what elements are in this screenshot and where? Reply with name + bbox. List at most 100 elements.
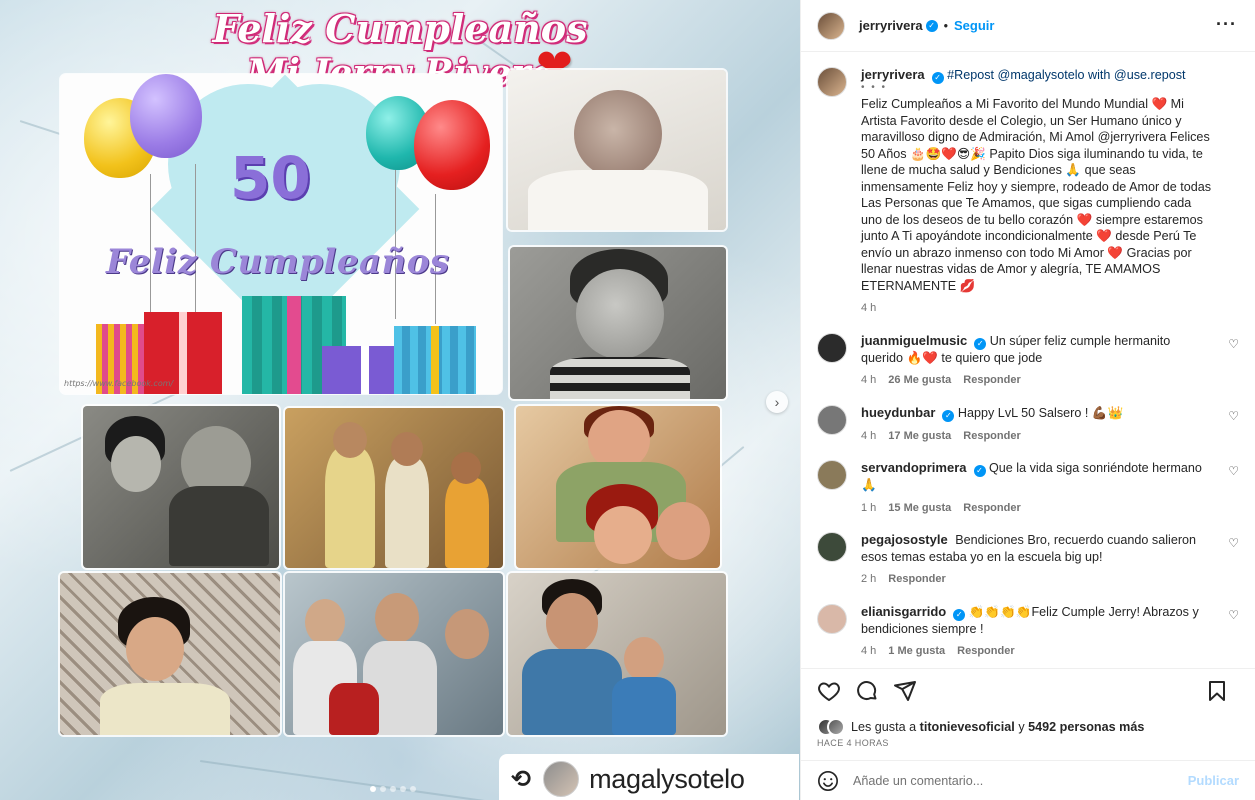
- comment-composer: Publicar: [801, 760, 1255, 800]
- carousel-dot: [370, 786, 376, 792]
- card-greeting: Feliz Cumpleaños: [106, 242, 450, 282]
- likes-prefix: Les gusta a: [851, 720, 917, 734]
- follow-button[interactable]: Seguir: [954, 18, 994, 33]
- comment-item: juanmiguelmusic ✓ Un súper feliz cumple h…: [817, 332, 1239, 389]
- carousel-dot: [400, 786, 406, 792]
- comment-username[interactable]: pegajosostyle: [861, 532, 948, 547]
- comment-item: elianisgarrido ✓ 👏👏👏👏Feliz Cumple Jerry! …: [817, 603, 1239, 660]
- photo-toddler: [510, 247, 726, 399]
- avatar[interactable]: [817, 460, 847, 490]
- post-side-panel: jerryrivera ✓ • Seguir ··· jerryrivera ✓ …: [800, 0, 1255, 800]
- caption: jerryrivera ✓ #Repost @magalysotelo with …: [817, 67, 1239, 317]
- avatar: [827, 718, 845, 736]
- card-watermark: https://www.facebook.com/: [64, 379, 174, 388]
- likes-mid: y: [1018, 720, 1025, 734]
- comment-text: Happy LvL 50 Salsero ! 💪🏾👑: [957, 405, 1124, 420]
- carousel-dot: [390, 786, 396, 792]
- carousel-dot: [380, 786, 386, 792]
- avatar[interactable]: [817, 532, 847, 562]
- comment-username[interactable]: juanmiguelmusic: [861, 333, 967, 348]
- action-bar: [801, 668, 1255, 712]
- verified-icon: ✓: [973, 465, 986, 477]
- post-header: jerryrivera ✓ • Seguir ···: [801, 0, 1255, 52]
- heart-icon[interactable]: ♡: [1228, 409, 1239, 423]
- comment-time[interactable]: 4 h: [861, 428, 876, 445]
- likes-summary[interactable]: Les gusta a titonievesoficial y 5492 per…: [817, 718, 1144, 736]
- comment-username[interactable]: hueydunbar: [861, 405, 935, 420]
- comment-time[interactable]: 1 h: [861, 500, 876, 517]
- caption-time[interactable]: 4 h: [861, 300, 876, 317]
- balloon-red: [414, 100, 490, 190]
- heart-icon[interactable]: [817, 679, 841, 703]
- repost-watermark: ⟲ magalysotelo: [499, 754, 799, 800]
- banner-title-line1: Feliz Cumpleaños: [212, 6, 588, 51]
- comment-likes[interactable]: 26 Me gusta: [888, 372, 951, 389]
- reply-button[interactable]: Responder: [957, 643, 1014, 660]
- comments-section[interactable]: jerryrivera ✓ #Repost @magalysotelo with …: [801, 53, 1255, 668]
- photo-child-with-mother: [83, 406, 279, 568]
- caption-username[interactable]: jerryrivera: [861, 67, 925, 82]
- post-timestamp[interactable]: HACE 4 HORAS: [817, 738, 889, 748]
- comment-item: pegajosostyle Bendiciones Bro, recuerdo …: [817, 532, 1239, 588]
- photo-men-group: [285, 573, 503, 735]
- more-options-icon[interactable]: ···: [1216, 14, 1237, 35]
- comment-time[interactable]: 4 h: [861, 372, 876, 389]
- avatar[interactable]: [817, 11, 845, 40]
- heart-icon[interactable]: ♡: [1228, 464, 1239, 478]
- verified-icon: ✓: [931, 72, 944, 84]
- separator-dot: •: [943, 18, 949, 33]
- verified-icon: ✓: [974, 337, 987, 350]
- comment-username[interactable]: elianisgarrido: [861, 604, 946, 619]
- verified-icon: ✓: [925, 19, 938, 32]
- reply-button[interactable]: Responder: [963, 428, 1020, 445]
- emoji-icon[interactable]: [817, 770, 839, 792]
- reply-button[interactable]: Responder: [963, 500, 1020, 517]
- heart-icon[interactable]: ♡: [1228, 337, 1239, 351]
- carousel-dot: [410, 786, 416, 792]
- repost-icon: ⟲: [511, 765, 532, 793]
- photo-family-group: [285, 408, 503, 568]
- comment-time[interactable]: 4 h: [861, 643, 876, 660]
- repost-avatar: [543, 761, 580, 797]
- comment-username[interactable]: servandoprimera: [861, 460, 967, 475]
- carousel-dots: [370, 786, 416, 792]
- heart-icon[interactable]: ♡: [1228, 608, 1239, 622]
- verified-icon: ✓: [953, 608, 966, 621]
- heart-icon[interactable]: ♡: [1228, 536, 1239, 550]
- share-icon[interactable]: [893, 679, 917, 703]
- header-username[interactable]: jerryrivera: [859, 18, 923, 33]
- comment-likes[interactable]: 17 Me gusta: [888, 428, 951, 445]
- comment-input[interactable]: [853, 773, 1188, 788]
- caption-dots: • • •: [861, 82, 888, 93]
- likes-user[interactable]: titonievesoficial: [920, 720, 1015, 734]
- comment-icon[interactable]: [855, 679, 879, 703]
- birthday-card-image: 50 Feliz Cumpleaños https://www.facebook…: [60, 74, 502, 394]
- bookmark-icon[interactable]: [1205, 679, 1229, 703]
- avatar[interactable]: [817, 603, 847, 634]
- caption-repost-prefix[interactable]: #Repost @magalysotelo with @use.repost: [947, 68, 1185, 82]
- post-media[interactable]: Feliz Cumpleaños Mi Jerry Rivera ❤ 50 Fe…: [0, 0, 800, 800]
- comment-likes[interactable]: 15 Me gusta: [888, 500, 951, 517]
- comment-time[interactable]: 2 h: [861, 571, 876, 588]
- photo-young-man-with-boy: [508, 573, 726, 735]
- repost-username: magalysotelo: [589, 763, 745, 794]
- reply-button[interactable]: Responder: [963, 372, 1020, 389]
- balloon-purple: [130, 74, 202, 158]
- next-image-button[interactable]: ›: [766, 391, 788, 413]
- avatar[interactable]: [817, 67, 847, 97]
- comment-item: hueydunbar ✓ Happy LvL 50 Salsero ! 💪🏾👑 4…: [817, 404, 1239, 445]
- verified-icon: ✓: [942, 409, 955, 422]
- photo-baby-newborn: [508, 70, 726, 230]
- avatar[interactable]: [817, 332, 847, 363]
- post-comment-button[interactable]: Publicar: [1188, 773, 1239, 788]
- age-number: 50: [230, 144, 311, 212]
- photo-children-smiling: [516, 406, 720, 568]
- comment-likes[interactable]: 1 Me gusta: [888, 643, 945, 660]
- photo-boy-fence: [60, 573, 280, 735]
- comment-item: servandoprimera ✓ Que la vida siga sonrié…: [817, 460, 1239, 516]
- reply-button[interactable]: Responder: [888, 571, 945, 588]
- caption-text: Feliz Cumpleaños a Mi Favorito del Mundo…: [861, 97, 1212, 293]
- gift-box: [394, 326, 476, 394]
- avatar[interactable]: [817, 404, 847, 435]
- likes-count[interactable]: 5492 personas más: [1028, 720, 1144, 734]
